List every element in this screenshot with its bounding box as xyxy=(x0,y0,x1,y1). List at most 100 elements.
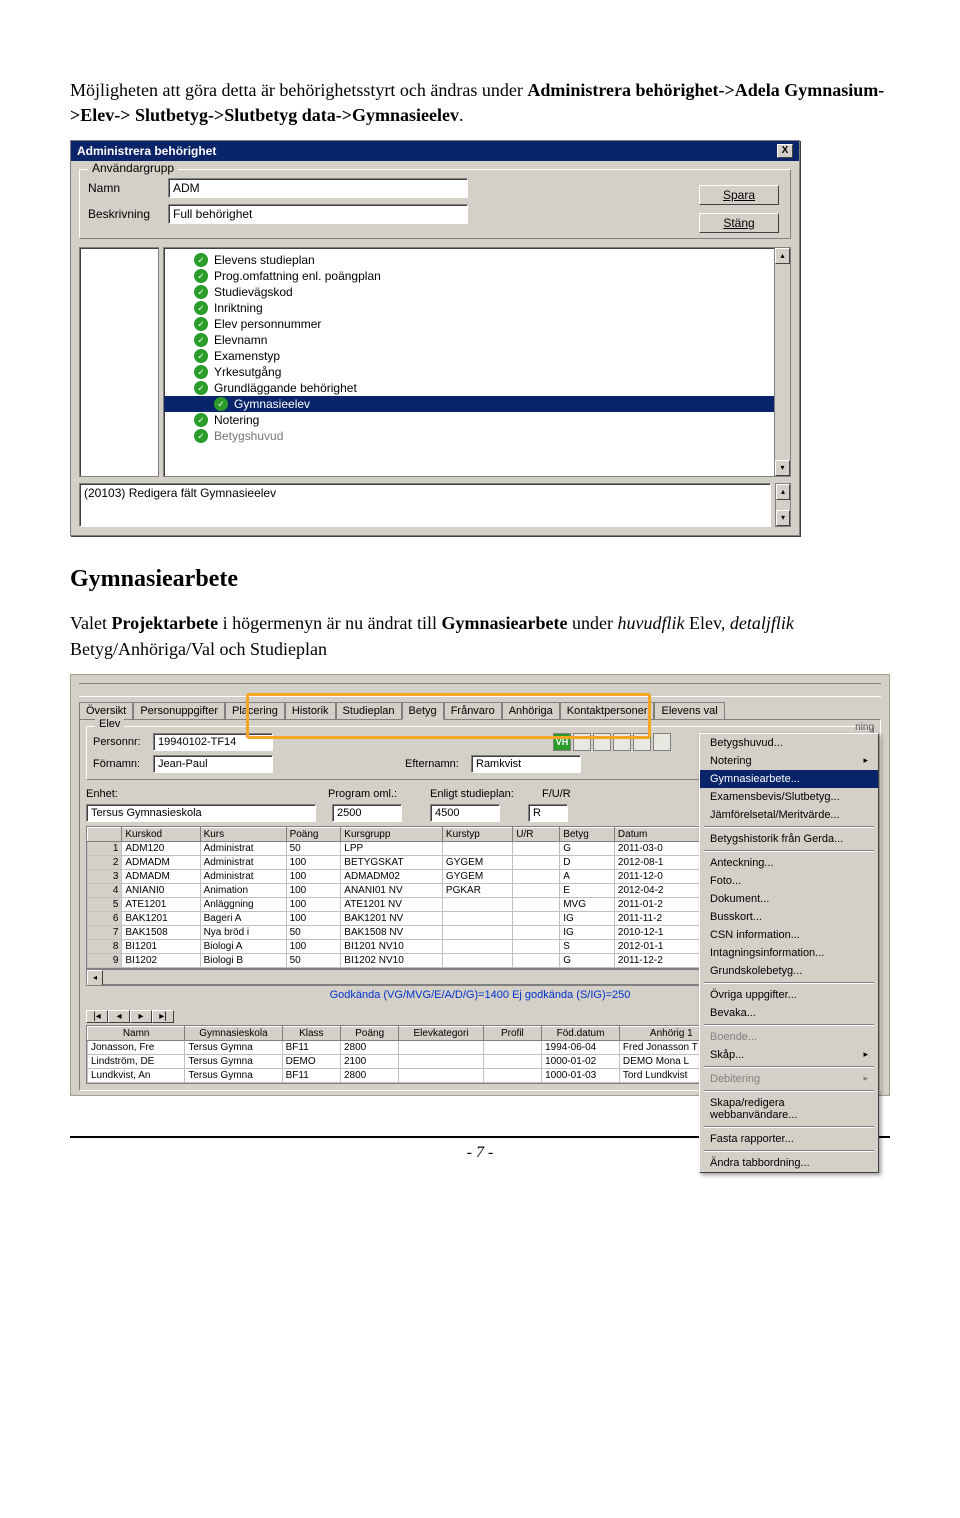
column-header[interactable]: Kurskod xyxy=(122,827,200,841)
tree-left-pane[interactable] xyxy=(79,247,159,477)
tree-item[interactable]: Prog.omfattning enl. poängplan xyxy=(164,268,790,284)
menu-item[interactable]: Dokument... xyxy=(700,890,878,908)
tab-studieplan[interactable]: Studieplan xyxy=(336,702,402,720)
menu-item[interactable]: Notering▸ xyxy=(700,752,878,770)
cell xyxy=(483,1068,541,1082)
column-header[interactable]: Gymnasieskola xyxy=(185,1026,282,1040)
column-header[interactable]: Betyg xyxy=(560,827,615,841)
tree-item[interactable]: Yrkesutgång xyxy=(164,364,790,380)
close-icon[interactable]: X xyxy=(777,144,793,158)
menu-item[interactable]: Anteckning... xyxy=(700,854,878,872)
tree-item[interactable]: Examenstyp xyxy=(164,348,790,364)
column-header[interactable]: Föd.datum xyxy=(542,1026,620,1040)
menu-item-label: Skåp... xyxy=(710,1049,744,1061)
tree-item[interactable]: Elevnamn xyxy=(164,332,790,348)
menu-item[interactable]: Bevaka... xyxy=(700,1004,878,1022)
menu-item[interactable]: Skapa/redigera webbanvändare... xyxy=(700,1094,878,1124)
scroll-down-icon[interactable]: ▾ xyxy=(776,510,790,526)
column-header[interactable]: Poäng xyxy=(341,1026,399,1040)
cell: 4 xyxy=(88,883,122,897)
menu-item[interactable]: CSN information... xyxy=(700,926,878,944)
vh-icon[interactable]: VH xyxy=(553,733,571,751)
tree-item[interactable]: Inriktning xyxy=(164,300,790,316)
permission-tree[interactable]: Elevens studieplanProg.omfattning enl. p… xyxy=(163,247,791,477)
column-header[interactable]: Kursgrupp xyxy=(341,827,443,841)
studie-input[interactable]: 4500 xyxy=(430,804,500,822)
fur-select[interactable]: R xyxy=(528,804,568,822)
tree-item[interactable]: Elevens studieplan xyxy=(164,252,790,268)
name-input[interactable]: ADM xyxy=(168,178,468,198)
tab-betyg[interactable]: Betyg xyxy=(402,702,444,720)
menu-item[interactable]: Grundskolebetyg... xyxy=(700,962,878,980)
tab-personuppgifter[interactable]: Personuppgifter xyxy=(133,702,225,720)
tab-anhöriga[interactable]: Anhöriga xyxy=(502,702,560,720)
desc-input[interactable]: Full behörighet xyxy=(168,204,468,224)
menu-item[interactable]: Betygshistorik från Gerda... xyxy=(700,830,878,848)
menu-item[interactable]: Betygshuvud... xyxy=(700,734,878,752)
tree-item[interactable]: Gymnasieelev xyxy=(164,396,790,412)
tree-item[interactable]: Elev personnummer xyxy=(164,316,790,332)
column-header[interactable] xyxy=(88,827,122,841)
menu-item: Boende... xyxy=(700,1028,878,1046)
save-button[interactable]: Spara xyxy=(699,185,779,205)
efternamn-input[interactable]: Ramkvist xyxy=(471,755,581,773)
tab-frånvaro[interactable]: Frånvaro xyxy=(444,702,502,720)
status-scrollbar[interactable]: ▴ ▾ xyxy=(775,483,791,527)
scroll-up-icon[interactable]: ▴ xyxy=(776,484,790,500)
menu-item[interactable]: Övriga uppgifter... xyxy=(700,986,878,1004)
quick-icon-3[interactable] xyxy=(613,733,631,751)
tree-item[interactable]: Betygshuvud xyxy=(164,428,790,444)
personnr-input[interactable]: 19940102-TF14 xyxy=(153,733,273,751)
cell: BAK1508 NV xyxy=(341,925,443,939)
column-header[interactable]: Datum xyxy=(614,827,700,841)
dialog-titlebar: Administrera behörighet X xyxy=(71,141,799,161)
column-header[interactable]: Kurs xyxy=(200,827,286,841)
column-header[interactable]: Profil xyxy=(483,1026,541,1040)
enhet-input[interactable]: Tersus Gymnasieskola xyxy=(86,804,316,822)
scroll-down-icon[interactable]: ▾ xyxy=(775,460,790,476)
check-icon xyxy=(194,381,208,395)
menu-item[interactable]: Busskort... xyxy=(700,908,878,926)
tree-scrollbar[interactable]: ▴ ▾ xyxy=(774,248,790,476)
column-header[interactable]: Klass xyxy=(282,1026,340,1040)
column-header[interactable]: Kurstyp xyxy=(442,827,512,841)
menu-item[interactable]: Fasta rapporter... xyxy=(700,1130,878,1148)
column-header[interactable]: Elevkategori xyxy=(399,1026,483,1040)
prev-record-button[interactable]: ◂ xyxy=(108,1010,130,1023)
scroll-up-icon[interactable]: ▴ xyxy=(775,248,790,264)
menu-item[interactable]: Examensbevis/Slutbetyg... xyxy=(700,788,878,806)
first-record-button[interactable]: |◂ xyxy=(86,1010,108,1023)
column-header[interactable]: Namn xyxy=(88,1026,185,1040)
cell xyxy=(442,925,512,939)
column-header[interactable]: U/R xyxy=(513,827,560,841)
menu-item-label: Examensbevis/Slutbetyg... xyxy=(710,791,840,803)
scroll-left-icon[interactable]: ◂ xyxy=(87,970,103,986)
menu-item[interactable]: Foto... xyxy=(700,872,878,890)
prog-input[interactable]: 2500 xyxy=(332,804,402,822)
menu-item-label: Foto... xyxy=(710,875,741,887)
fornamn-input[interactable]: Jean-Paul xyxy=(153,755,273,773)
last-record-button[interactable]: ▸| xyxy=(152,1010,174,1023)
tree-item[interactable]: Notering xyxy=(164,412,790,428)
menu-item[interactable]: Ändra tabbordning... xyxy=(700,1154,878,1172)
close-button[interactable]: Stäng xyxy=(699,213,779,233)
menu-item[interactable]: Jämförelsetal/Meritvärde... xyxy=(700,806,878,824)
menu-item[interactable]: Skåp...▸ xyxy=(700,1046,878,1064)
quick-icon-4[interactable] xyxy=(633,733,651,751)
tab-placering[interactable]: Placering xyxy=(225,702,285,720)
tab-elevens val[interactable]: Elevens val xyxy=(654,702,724,720)
menu-item[interactable]: Intagningsinformation... xyxy=(700,944,878,962)
tree-item[interactable]: Studievägskod xyxy=(164,284,790,300)
menu-item[interactable]: Gymnasiearbete... xyxy=(700,770,878,788)
cell: BAK1201 xyxy=(122,911,200,925)
quick-icon-1[interactable] xyxy=(573,733,591,751)
column-header[interactable]: Poäng xyxy=(286,827,341,841)
tab-historik[interactable]: Historik xyxy=(285,702,336,720)
name-label: Namn xyxy=(88,181,168,195)
tree-item[interactable]: Grundläggande behörighet xyxy=(164,380,790,396)
cell: Biologi B xyxy=(200,953,286,967)
quick-icon-2[interactable] xyxy=(593,733,611,751)
quick-icon-5[interactable] xyxy=(653,733,671,751)
tab-kontaktpersoner[interactable]: Kontaktpersoner xyxy=(560,702,655,720)
next-record-button[interactable]: ▸ xyxy=(130,1010,152,1023)
